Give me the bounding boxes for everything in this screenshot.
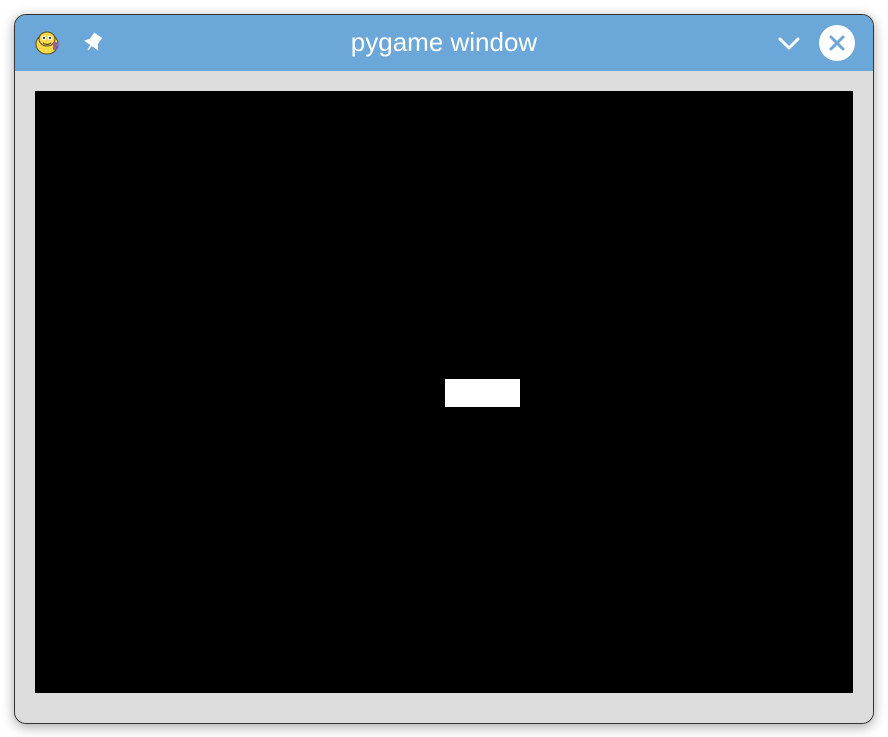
game-canvas[interactable] — [35, 91, 853, 693]
window-title: pygame window — [351, 27, 537, 58]
game-sprite — [445, 379, 520, 407]
minimize-button[interactable] — [775, 29, 803, 57]
application-window: pygame window — [14, 14, 874, 724]
pin-icon[interactable] — [83, 32, 105, 54]
close-button[interactable] — [819, 25, 855, 61]
titlebar-right — [775, 25, 855, 61]
pygame-snake-icon — [33, 29, 61, 57]
content-area — [15, 71, 873, 723]
titlebar-left — [33, 29, 105, 57]
titlebar[interactable]: pygame window — [15, 15, 873, 71]
